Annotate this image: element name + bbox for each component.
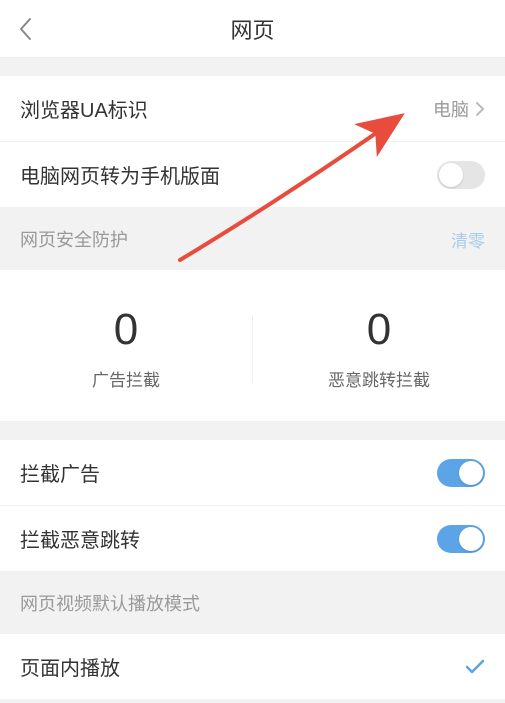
stats-panel: 0 广告拦截 0 恶意跳转拦截 — [0, 270, 505, 422]
ua-identifier-row[interactable]: 浏览器UA标识 电脑 — [0, 76, 505, 142]
ua-identifier-label: 浏览器UA标识 — [20, 94, 148, 123]
spacer — [0, 58, 505, 76]
block-redirect-toggle[interactable] — [437, 525, 485, 553]
back-button[interactable] — [18, 17, 32, 41]
chevron-left-icon — [18, 17, 32, 41]
security-section-label: 网页安全防护 — [20, 226, 128, 252]
desktop-to-mobile-row: 电脑网页转为手机版面 — [0, 142, 505, 208]
desktop-to-mobile-label: 电脑网页转为手机版面 — [20, 160, 220, 189]
block-redirect-row: 拦截恶意跳转 — [0, 506, 505, 572]
header: 网页 — [0, 0, 505, 58]
video-section-label: 网页视频默认播放模式 — [20, 590, 200, 616]
chevron-right-icon — [475, 101, 485, 117]
malicious-redirect-label: 恶意跳转拦截 — [328, 366, 430, 391]
ua-identifier-value: 电脑 — [433, 96, 485, 122]
inline-play-row[interactable]: 页面内播放 — [0, 634, 505, 699]
ad-block-label: 广告拦截 — [92, 366, 160, 391]
toggle-knob — [439, 163, 463, 187]
check-icon — [465, 659, 485, 675]
block-ads-toggle[interactable] — [437, 459, 485, 487]
inline-play-label: 页面内播放 — [20, 652, 120, 681]
security-section-header: 网页安全防护 清零 — [0, 208, 505, 270]
block-redirect-label: 拦截恶意跳转 — [20, 524, 140, 553]
ua-value-text: 电脑 — [433, 96, 469, 122]
malicious-redirect-stat: 0 恶意跳转拦截 — [253, 308, 505, 391]
block-ads-label: 拦截广告 — [20, 458, 100, 487]
malicious-redirect-value: 0 — [367, 308, 391, 352]
desktop-to-mobile-toggle[interactable] — [437, 161, 485, 189]
page-title: 网页 — [230, 13, 274, 45]
toggle-knob — [459, 527, 483, 551]
ad-block-stat: 0 广告拦截 — [0, 308, 252, 391]
ad-block-value: 0 — [114, 308, 138, 352]
video-section-header: 网页视频默认播放模式 — [0, 572, 505, 634]
clear-button[interactable]: 清零 — [451, 227, 485, 252]
spacer — [0, 422, 505, 440]
block-ads-row: 拦截广告 — [0, 440, 505, 506]
toggle-knob — [459, 461, 483, 485]
